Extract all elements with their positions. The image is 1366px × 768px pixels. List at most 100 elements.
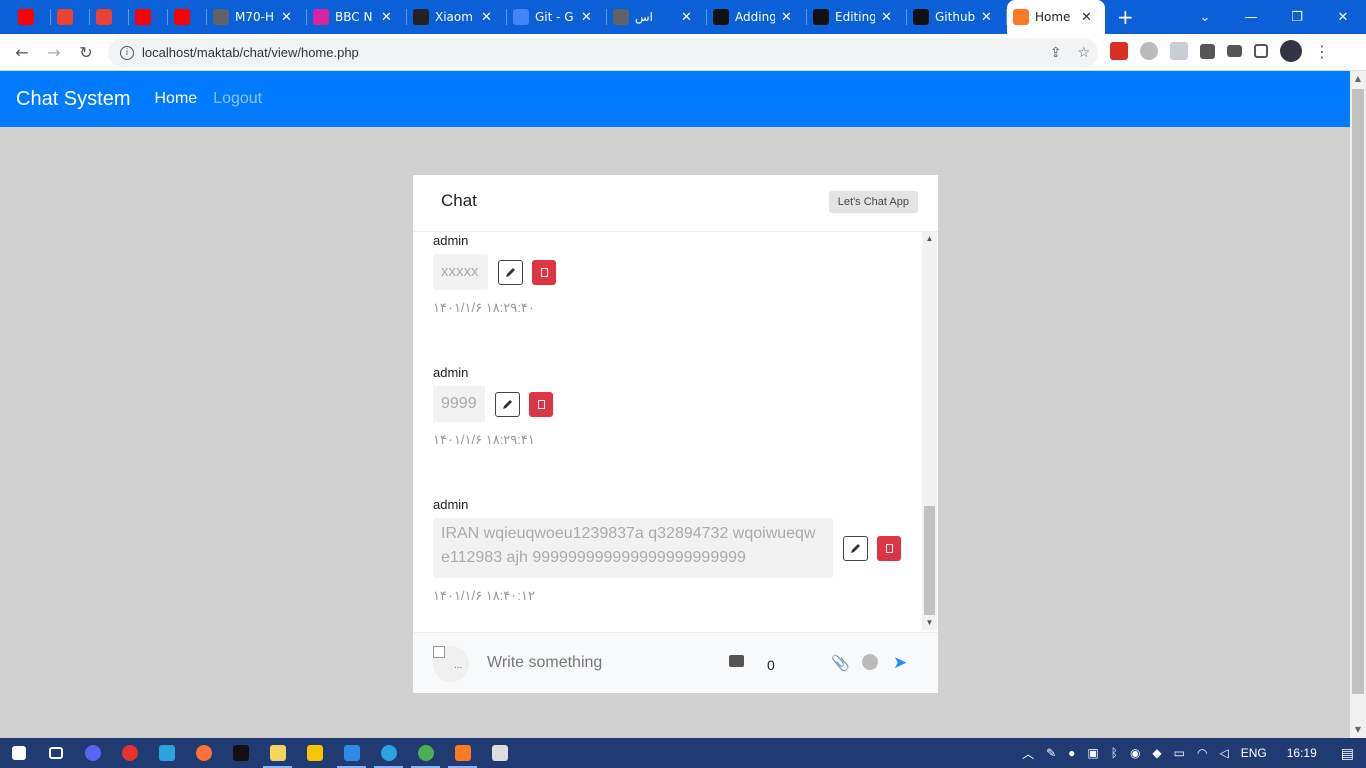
pen-icon[interactable]: ✎ — [1046, 746, 1056, 760]
tab-search-icon[interactable]: ⌄ — [1182, 10, 1228, 25]
camera-icon[interactable]: ▣ — [1087, 746, 1098, 760]
delete-message-button[interactable] — [532, 259, 556, 285]
docs-icon — [513, 9, 529, 25]
scroll-thumb[interactable] — [1352, 89, 1364, 694]
taskbar-app[interactable] — [296, 738, 333, 768]
media-icon[interactable] — [1227, 45, 1242, 57]
browser-tab[interactable]: Git - G ✕ — [507, 0, 607, 34]
taskbar-app[interactable] — [407, 738, 444, 768]
minimize-button[interactable]: — — [1228, 10, 1274, 25]
messages-list[interactable]: admin xxxxx ۱۴۰۱/۱/۶ ۱۸:۲۹:۴۰ admin 9999… — [413, 232, 938, 632]
browser-tab[interactable] — [51, 0, 90, 34]
edit-message-button[interactable] — [495, 391, 520, 417]
puzzle-icon[interactable] — [1200, 43, 1215, 59]
taskbar-app[interactable] — [185, 738, 222, 768]
scroll-up-arrow[interactable]: ▲ — [1350, 71, 1366, 87]
windows-taskbar: ︿ ✎ ● ▣ ᛒ ◉ ◆ ▭ ◠ ◁ ENG 16:19 ▤ — [0, 738, 1366, 768]
browser-tab[interactable] — [90, 0, 129, 34]
browser-tab[interactable] — [168, 0, 207, 34]
bookmark-star-icon[interactable]: ☆ — [1077, 45, 1090, 61]
browser-tab[interactable]: Xiaom ✕ — [407, 0, 507, 34]
taskbar-app[interactable] — [74, 738, 111, 768]
delete-message-button[interactable] — [877, 535, 901, 561]
send-icon[interactable]: ➤ — [893, 653, 907, 673]
close-tab-icon[interactable]: ✕ — [381, 10, 392, 25]
scroll-down-arrow[interactable]: ▼ — [922, 616, 937, 630]
wifi-icon[interactable]: ◠ — [1197, 746, 1207, 760]
taskbar-app[interactable] — [148, 738, 185, 768]
volume-icon[interactable]: ◁ — [1219, 746, 1228, 760]
nav-home-link[interactable]: Home — [154, 90, 197, 108]
site-info-icon[interactable]: i — [120, 45, 134, 60]
reload-button[interactable]: ↻ — [70, 43, 102, 62]
instagram-icon — [313, 9, 329, 25]
close-tab-icon[interactable]: ✕ — [881, 10, 892, 25]
taskbar-app[interactable] — [111, 738, 148, 768]
microphone-icon[interactable]: ● — [1068, 746, 1075, 760]
battery-icon[interactable]: ▭ — [1174, 746, 1185, 760]
restore-button[interactable]: ❐ — [1274, 10, 1320, 25]
edit-message-button[interactable] — [498, 259, 523, 285]
back-button[interactable]: ← — [6, 43, 38, 62]
taskbar-app[interactable] — [259, 738, 296, 768]
message-input[interactable] — [477, 649, 707, 677]
brand-link[interactable]: Chat System — [16, 88, 130, 111]
edit-message-button[interactable] — [843, 535, 868, 561]
chat-app-badge[interactable]: Let's Chat App — [828, 191, 918, 213]
attachment-icon[interactable]: 📎 — [831, 654, 850, 672]
close-window-button[interactable]: ✕ — [1320, 10, 1366, 25]
extension-icon[interactable] — [1110, 42, 1128, 60]
forward-button[interactable]: → — [38, 43, 70, 62]
profile-avatar[interactable] — [1280, 40, 1302, 62]
shield-icon[interactable] — [1170, 42, 1188, 60]
scroll-up-arrow[interactable]: ▲ — [922, 232, 937, 246]
tray-app-icon[interactable]: ◉ — [1130, 746, 1140, 760]
browser-tab[interactable]: Adding ✕ — [707, 0, 807, 34]
taskbar-app[interactable] — [222, 738, 259, 768]
close-tab-icon[interactable]: ✕ — [281, 10, 292, 25]
close-tab-icon[interactable]: ✕ — [1081, 10, 1092, 25]
tab-title: Home — [1035, 10, 1071, 24]
messages-scrollbar[interactable]: ▲ ▼ — [922, 232, 937, 630]
close-tab-icon[interactable]: ✕ — [781, 10, 792, 25]
taskbar-app[interactable] — [444, 738, 481, 768]
browser-tab[interactable]: اس ✕ — [607, 0, 707, 34]
new-tab-button[interactable]: + — [1117, 5, 1134, 29]
extension-icon[interactable] — [1140, 42, 1158, 60]
scroll-down-arrow[interactable]: ▼ — [1350, 722, 1366, 738]
browser-tab[interactable] — [129, 0, 168, 34]
taskbar-app[interactable] — [370, 738, 407, 768]
browser-tab[interactable]: Editing ✕ — [807, 0, 907, 34]
tray-chevron-icon[interactable]: ︿ — [1022, 745, 1034, 762]
share-icon[interactable]: ⇪ — [1050, 45, 1062, 61]
browser-tab[interactable]: Home ✕ — [1007, 0, 1105, 34]
chat-card: Chat Let's Chat App admin xxxxx ۱۴۰۱/۱/۶… — [413, 175, 938, 693]
bluetooth-icon[interactable]: ᛒ — [1111, 746, 1118, 760]
xiaomi-icon — [413, 9, 429, 25]
close-tab-icon[interactable]: ✕ — [481, 10, 492, 25]
browser-tab[interactable] — [12, 0, 51, 34]
browser-tab[interactable]: BBC N ✕ — [307, 0, 407, 34]
browser-tab[interactable]: Github ✕ — [907, 0, 1007, 34]
nav-logout-link[interactable]: Logout — [213, 90, 262, 108]
omnibox[interactable]: i localhost/maktab/chat/view/home.php ⇪ … — [108, 38, 1098, 67]
start-button[interactable] — [0, 738, 37, 768]
menu-icon[interactable]: ⋮ — [1314, 42, 1330, 61]
chat-bubble-icon[interactable] — [729, 655, 744, 667]
language-indicator[interactable]: ENG — [1241, 746, 1267, 760]
close-tab-icon[interactable]: ✕ — [681, 10, 692, 25]
page-scrollbar[interactable]: ▲ ▼ — [1350, 71, 1366, 738]
scroll-thumb[interactable] — [924, 506, 935, 615]
taskbar-app[interactable] — [333, 738, 370, 768]
taskbar-app[interactable] — [481, 738, 518, 768]
emoji-icon[interactable] — [862, 654, 878, 670]
delete-message-button[interactable] — [529, 391, 553, 417]
task-view-button[interactable] — [37, 738, 74, 768]
close-tab-icon[interactable]: ✕ — [981, 10, 992, 25]
notifications-icon[interactable]: ▤ — [1341, 745, 1354, 762]
clock[interactable]: 16:19 — [1287, 746, 1317, 760]
tray-app-icon[interactable]: ◆ — [1152, 746, 1161, 760]
side-panel-icon[interactable] — [1254, 44, 1268, 58]
close-tab-icon[interactable]: ✕ — [581, 10, 592, 25]
browser-tab[interactable]: M70-H ✕ — [207, 0, 307, 34]
